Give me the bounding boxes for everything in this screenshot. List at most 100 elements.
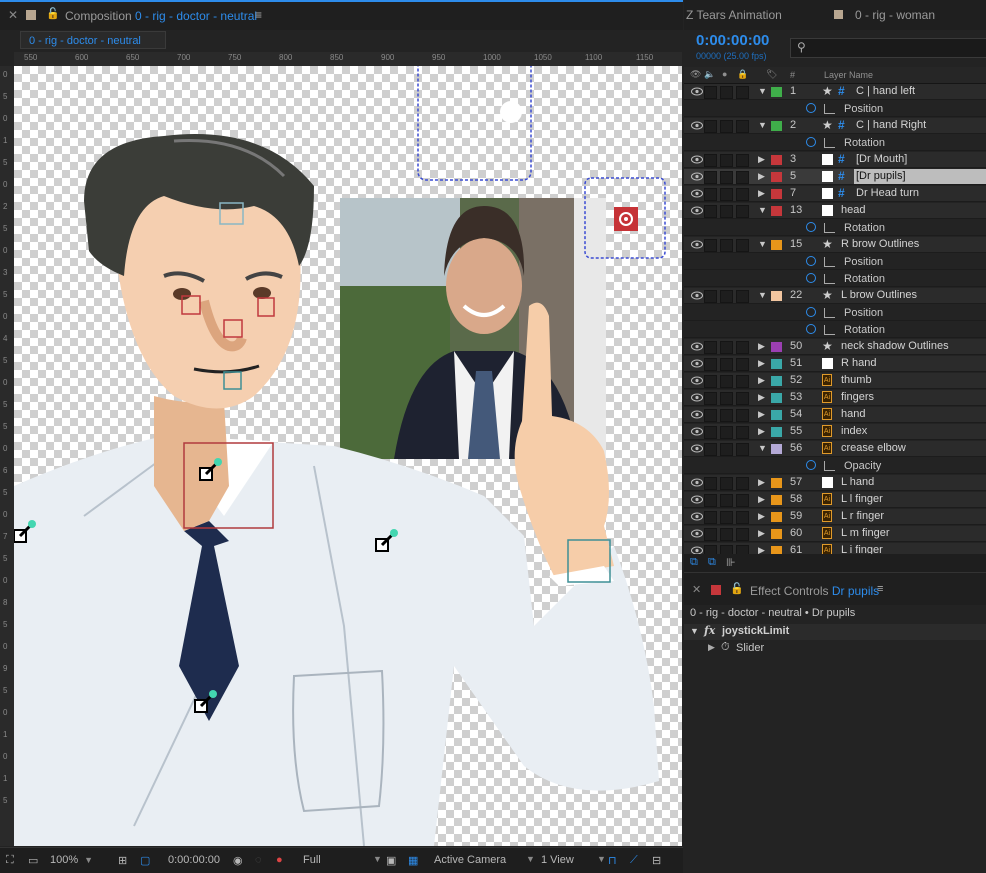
layer-row[interactable]: ▶ 50 ★ neck shadow Outlines [684, 339, 986, 355]
solo-icon[interactable]: ● [722, 69, 727, 79]
chevron-right-icon[interactable]: ▶ [758, 392, 765, 403]
graph-icon[interactable] [824, 257, 835, 267]
label-color-swatch[interactable] [771, 172, 782, 182]
timeline-link-icon[interactable]: ⊟ [652, 854, 661, 867]
label-color-swatch[interactable] [771, 478, 782, 488]
chevron-right-icon[interactable]: ▶ [758, 494, 765, 505]
chevron-down-icon[interactable]: ▼ [758, 239, 767, 249]
label-color-swatch[interactable] [771, 121, 782, 131]
property-row[interactable]: Rotation [684, 271, 986, 287]
layer-search-input[interactable]: ⚲ [790, 38, 986, 58]
chevron-right-icon[interactable]: ▶ [758, 511, 765, 522]
lock-icon[interactable]: 🔒 [737, 69, 748, 80]
layer-row[interactable]: ▶ 58 Ai L l finger [684, 492, 986, 508]
transfer-controls-icon[interactable]: ⧉ [708, 556, 716, 569]
property-row[interactable]: Rotation [684, 220, 986, 236]
lock-switch[interactable] [736, 239, 749, 252]
lock-switch[interactable] [736, 494, 749, 507]
hamburger-icon[interactable]: ≡ [255, 8, 262, 22]
solo-switch[interactable] [720, 528, 733, 541]
camera-dropdown[interactable]: Active Camera ▼ [434, 854, 535, 866]
solo-switch[interactable] [720, 290, 733, 303]
lock-switch[interactable] [736, 188, 749, 201]
stopwatch-icon[interactable] [806, 222, 816, 232]
audio-switch[interactable] [704, 477, 717, 490]
audio-switch[interactable] [704, 154, 717, 167]
property-row[interactable]: Opacity [684, 458, 986, 474]
chevron-right-icon[interactable]: ▶ [758, 188, 765, 199]
audio-switch[interactable] [704, 188, 717, 201]
solo-switch[interactable] [720, 545, 733, 554]
eye-icon[interactable] [691, 155, 703, 164]
chevron-right-icon[interactable]: ▶ [758, 528, 765, 539]
footer-timecode[interactable]: 0:00:00:00 [168, 854, 220, 866]
layer-row[interactable]: ▶ 51 R hand [684, 356, 986, 372]
audio-switch[interactable] [704, 341, 717, 354]
timeline-timecode[interactable]: 0:00:00:00 [696, 32, 769, 49]
lock-switch[interactable] [736, 341, 749, 354]
solo-switch[interactable] [720, 171, 733, 184]
graph-icon[interactable] [824, 223, 835, 233]
hamburger-icon[interactable]: ≡ [877, 583, 883, 595]
ruler-left[interactable]: 0 5 0 1 5 0 2 5 0 3 5 0 4 5 0 5 5 0 6 5 0 7 5 0 8 5 0 9 5 0 1 0 1 5 [0, 66, 14, 846]
property-row[interactable]: Position [684, 101, 986, 117]
param-row[interactable]: ▶ ⏱ Slider [684, 640, 986, 656]
stopwatch-icon[interactable]: ⏱ [721, 641, 730, 654]
graph-icon[interactable] [824, 461, 835, 471]
lock-icon[interactable]: 🔓 [730, 582, 744, 595]
label-color-swatch[interactable] [771, 189, 782, 199]
eye-icon[interactable] [691, 376, 703, 385]
graph-icon[interactable] [824, 138, 835, 148]
column-layer-name[interactable]: Layer Name [824, 70, 873, 80]
audio-switch[interactable] [704, 511, 717, 524]
solo-switch[interactable] [720, 86, 733, 99]
audio-switch[interactable] [704, 239, 717, 252]
solo-switch[interactable] [720, 477, 733, 490]
solo-switch[interactable] [720, 358, 733, 371]
solo-switch[interactable] [720, 494, 733, 507]
audio-switch[interactable] [704, 528, 717, 541]
render-time-icon[interactable]: ⊪ [726, 556, 736, 569]
property-row[interactable]: Rotation [684, 322, 986, 338]
layer-row[interactable]: ▶ 61 Ai L i finger [684, 543, 986, 554]
views-dropdown[interactable]: 1 View ▼ [541, 854, 606, 866]
ruler-top[interactable]: 550 600 650 700 750 800 850 900 950 1000 1050 1100 1… [14, 52, 682, 66]
layer-row[interactable]: ▶ 57 L hand [684, 475, 986, 491]
label-color-swatch[interactable] [771, 291, 782, 301]
eye-icon[interactable] [691, 495, 703, 504]
label-color-swatch[interactable] [771, 155, 782, 165]
eye-icon[interactable] [691, 427, 703, 436]
lock-switch[interactable] [736, 205, 749, 218]
label-color-swatch[interactable] [771, 87, 782, 97]
property-row[interactable]: Rotation [684, 135, 986, 151]
lock-switch[interactable] [736, 545, 749, 554]
layer-row[interactable]: ▶ 55 Ai index [684, 424, 986, 440]
label-color-swatch[interactable] [771, 393, 782, 403]
solo-switch[interactable] [720, 239, 733, 252]
chevron-right-icon[interactable]: ▶ [758, 154, 765, 165]
chevron-right-icon[interactable]: ▶ [708, 642, 715, 653]
resolution-dropdown[interactable]: Full ▼ [303, 854, 382, 866]
solo-switch[interactable] [720, 341, 733, 354]
lock-icon[interactable]: 🔓 [46, 7, 60, 20]
effect-row[interactable]: ▼ fx joystickLimit [684, 624, 986, 640]
label-color-swatch[interactable] [771, 206, 782, 216]
close-icon[interactable]: ✕ [692, 583, 701, 596]
layer-row[interactable]: ▼ 13 head [684, 203, 986, 219]
solo-switch[interactable] [720, 392, 733, 405]
layer-row[interactable]: ▼ 1 ★ # C | hand left [684, 84, 986, 100]
stopwatch-icon[interactable] [806, 256, 816, 266]
solo-switch[interactable] [720, 375, 733, 388]
eye-icon[interactable] [691, 529, 703, 538]
solo-switch[interactable] [720, 154, 733, 167]
audio-switch[interactable] [704, 494, 717, 507]
eye-icon[interactable] [691, 512, 703, 521]
monitor-icon[interactable]: ▭ [28, 854, 38, 867]
layer-row[interactable]: ▼ 56 Ai crease elbow [684, 441, 986, 457]
eye-icon[interactable] [691, 359, 703, 368]
chevron-down-icon[interactable]: ▼ [690, 626, 699, 636]
graph-icon[interactable] [824, 104, 835, 114]
lock-switch[interactable] [736, 120, 749, 133]
eye-icon[interactable] [691, 546, 703, 554]
label-color-swatch[interactable] [771, 546, 782, 554]
